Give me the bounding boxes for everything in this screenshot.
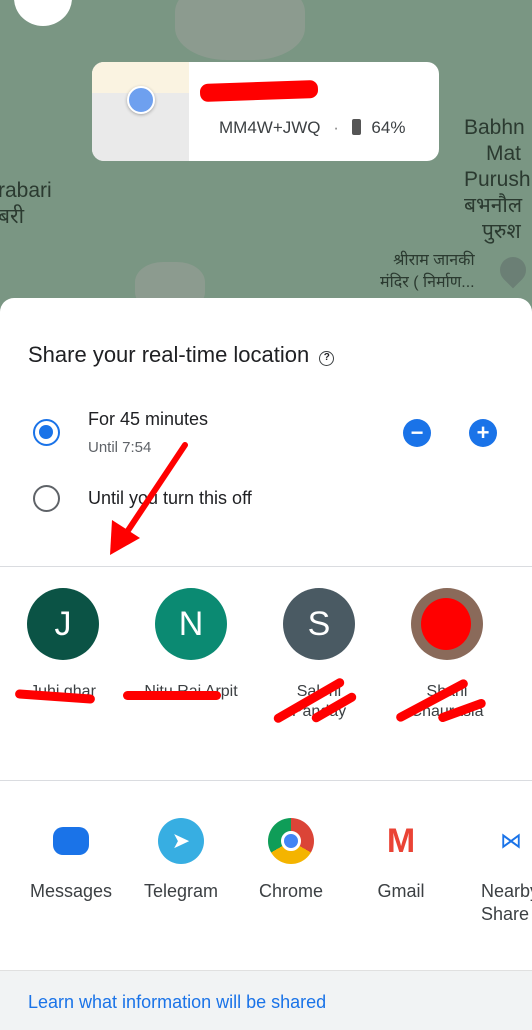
map-area xyxy=(175,0,305,60)
poi-label[interactable]: श्रीराम जानकी मंदिर ( निर्माण... xyxy=(380,250,475,294)
contact-item[interactable]: Shani Chaurasia xyxy=(387,588,507,724)
radio-until-off[interactable] xyxy=(33,485,60,512)
person-pin-icon xyxy=(127,86,155,114)
share-app-chrome[interactable]: Chrome xyxy=(236,818,346,903)
increase-duration-button[interactable]: + xyxy=(469,419,497,447)
divider xyxy=(0,780,532,781)
share-app-telegram[interactable]: ➤ Telegram xyxy=(126,818,236,903)
share-app-messages[interactable]: Messages xyxy=(16,818,126,903)
redacted-name xyxy=(199,79,319,103)
learn-more-link[interactable]: Learn what information will be shared xyxy=(28,992,326,1013)
avatar: S xyxy=(283,588,355,660)
decrease-duration-button[interactable]: − xyxy=(403,419,431,447)
share-app-nearby-share[interactable]: ⋈ Nearby Share xyxy=(456,818,532,926)
help-icon[interactable]: ? xyxy=(319,351,335,366)
app-label: Gmail xyxy=(377,881,425,901)
location-info: MM4W+JWQ · 64% xyxy=(219,118,405,138)
mini-map xyxy=(92,62,189,161)
contact-item[interactable]: N Nitu Rai Arpit xyxy=(123,588,251,702)
telegram-icon: ➤ xyxy=(158,818,204,864)
footer: Learn what information will be shared xyxy=(0,970,532,1030)
option-until-off-label[interactable]: Until you turn this off xyxy=(88,488,252,509)
chrome-icon xyxy=(268,818,314,864)
separator: · xyxy=(333,118,339,137)
map-view[interactable]: rabari बरी Babhn Mat Purush बभनौल पुरुश श्री… xyxy=(0,0,532,310)
app-label: Telegram xyxy=(143,881,219,901)
radio-duration[interactable] xyxy=(33,419,60,446)
map-label: बरी xyxy=(0,205,25,228)
nearby-share-icon: ⋈ xyxy=(500,828,522,853)
sheet-title: Share your real-time location? xyxy=(28,342,335,368)
contact-item[interactable]: S Saloni Panday xyxy=(259,588,379,725)
avatar: J xyxy=(27,588,99,660)
app-label: Messages xyxy=(29,881,113,901)
option-duration-until: Until 7:54 xyxy=(88,439,152,456)
redaction-mark xyxy=(123,691,221,700)
avatar-photo xyxy=(411,588,483,660)
avatar: N xyxy=(155,588,227,660)
battery-level: 64% xyxy=(371,118,406,137)
messages-icon xyxy=(48,818,94,864)
map-label: rabari xyxy=(0,179,52,202)
option-duration-label[interactable]: For 45 minutes xyxy=(88,409,208,430)
app-label: Chrome xyxy=(258,881,324,901)
divider xyxy=(0,566,532,567)
share-sheet: Share your real-time location? For 45 mi… xyxy=(0,298,532,1030)
om-pin-icon[interactable] xyxy=(494,251,532,289)
plus-code: MM4W+JWQ xyxy=(219,118,321,137)
app-label: Nearby Share xyxy=(481,881,532,924)
map-label: Babhn Mat Purush बभनौल पुरुश xyxy=(464,116,531,243)
back-button[interactable] xyxy=(14,0,72,26)
battery-icon xyxy=(351,119,361,135)
location-card[interactable]: MM4W+JWQ · 64% xyxy=(92,62,439,161)
contact-item[interactable]: J Juhi ghar xyxy=(3,588,123,704)
share-app-gmail[interactable]: M Gmail xyxy=(346,818,456,903)
gmail-icon: M xyxy=(386,821,416,860)
